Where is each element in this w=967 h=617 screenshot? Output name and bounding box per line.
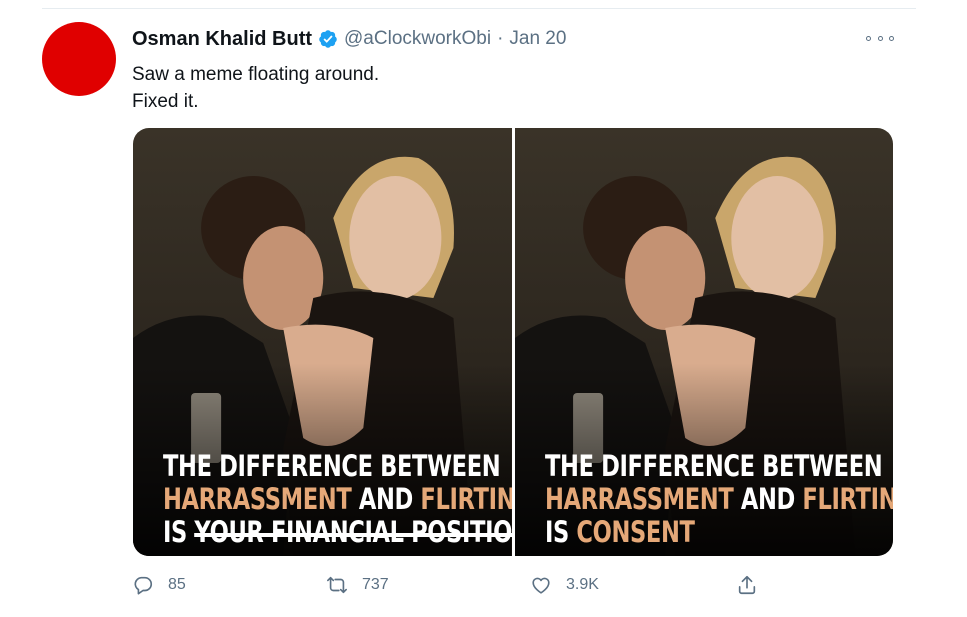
retweet-icon <box>327 576 347 594</box>
more-dot <box>889 35 894 41</box>
caption-word: AND <box>740 482 795 516</box>
meme-image-fixed[interactable]: THE DIFFERENCE BETWEEN HARRASSMENT AND F… <box>514 128 894 556</box>
share-button[interactable] <box>736 574 758 596</box>
reply-count: 85 <box>168 576 186 593</box>
caption-word: FLIRTING <box>420 482 511 516</box>
tweet-header: Osman Khalid Butt @aClockworkObi · Jan 2… <box>132 26 566 52</box>
caption-word: AND <box>358 482 413 516</box>
author-handle[interactable]: @aClockworkObi <box>344 28 491 50</box>
reply-button[interactable]: 85 <box>132 574 186 596</box>
meme-caption: THE DIFFERENCE BETWEEN HARRASSMENT AND F… <box>545 450 894 549</box>
caption-word: IS <box>544 515 569 549</box>
author-name[interactable]: Osman Khalid Butt <box>132 28 312 51</box>
tweet-text-line: Saw a meme floating around. <box>132 64 380 85</box>
tweet-actions: 85 737 3.9K <box>132 574 772 600</box>
separator-dot: · <box>497 28 504 49</box>
tweet-text: Saw a meme floating around. Fixed it. <box>132 61 379 115</box>
caption-word: CONSENT <box>575 515 695 549</box>
more-dot <box>877 35 883 41</box>
retweet-count: 737 <box>362 576 389 593</box>
tweet-media[interactable]: THE DIFFERENCE BETWEEN HARRASSMENT AND F… <box>133 128 893 556</box>
meme-caption: THE DIFFERENCE BETWEEN HARRASSMENT AND F… <box>163 450 512 549</box>
meme-image-original[interactable]: THE DIFFERENCE BETWEEN HARRASSMENT AND F… <box>133 128 512 556</box>
like-button[interactable]: 3.9K <box>530 574 599 596</box>
caption-line: THE DIFFERENCE BETWEEN <box>163 449 501 483</box>
retweet-button[interactable]: 737 <box>326 574 389 596</box>
struck-through-caption: YOUR FINANCIAL POSITION <box>194 515 511 549</box>
caption-word: IS <box>163 515 187 549</box>
top-divider <box>42 8 916 9</box>
more-options-icon[interactable] <box>866 30 894 46</box>
verified-badge-icon <box>319 30 337 48</box>
avatar[interactable] <box>42 22 116 96</box>
tweet-text-line: Fixed it. <box>132 91 199 112</box>
caption-word: FLIRTING <box>801 482 893 516</box>
caption-word: HARRASSMENT <box>163 482 352 516</box>
like-icon <box>532 577 550 594</box>
like-count: 3.9K <box>566 576 599 593</box>
more-dot <box>866 35 871 41</box>
caption-line: THE DIFFERENCE BETWEEN <box>544 449 883 483</box>
tweet-date[interactable]: Jan 20 <box>509 28 566 50</box>
reply-icon <box>134 576 153 595</box>
share-icon <box>738 575 756 595</box>
caption-word: HARRASSMENT <box>544 482 734 516</box>
